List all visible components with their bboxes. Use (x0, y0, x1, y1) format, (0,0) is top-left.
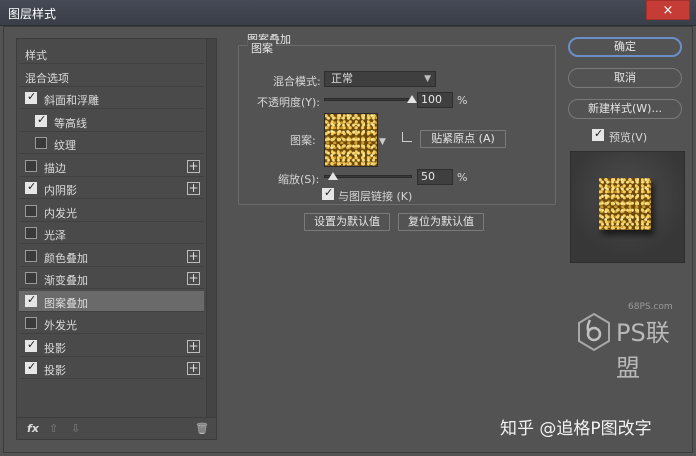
style-checkbox[interactable] (25, 204, 37, 217)
style-list-item[interactable]: 内阴影 + (19, 178, 204, 199)
style-checkbox[interactable] (25, 360, 37, 374)
group-title: 图案 (248, 40, 276, 56)
credit-watermark: 知乎 @追格P图改字 (500, 419, 652, 439)
fx-icon[interactable]: fx (27, 422, 39, 435)
style-list-item-label: 投影 (44, 364, 66, 377)
blend-mode-label: 混合模式: (273, 75, 321, 88)
pattern-label: 图案: (290, 134, 316, 147)
site-watermark: 68PS.com (628, 302, 673, 312)
style-list-item-label: 描边 (44, 161, 66, 175)
style-list-item-label: 颜色叠加 (44, 251, 88, 265)
opacity-unit: % (457, 94, 468, 107)
trash-icon[interactable]: 🗑 (195, 422, 209, 435)
new-preset-icon[interactable] (402, 132, 412, 142)
scale-unit: % (457, 171, 468, 184)
reset-default-button[interactable]: 复位为默认值 (398, 213, 484, 231)
add-effect-icon[interactable]: + (187, 159, 200, 173)
style-checkbox[interactable] (25, 90, 37, 104)
style-list-item[interactable]: 光泽 (19, 223, 204, 244)
style-preview (570, 151, 685, 263)
opacity-label: 不透明度(Y): (257, 96, 321, 109)
style-list-item[interactable]: 内发光 (19, 201, 204, 222)
style-list-item-label: 内发光 (44, 206, 77, 220)
style-list-item[interactable]: 渐变叠加 + (19, 268, 204, 289)
add-effect-icon[interactable]: + (187, 362, 200, 375)
link-with-layer-label: 与图层链接 (K) (338, 190, 413, 203)
pattern-swatch[interactable] (324, 113, 378, 167)
set-default-button[interactable]: 设置为默认值 (304, 213, 390, 231)
style-list-item-label: 斜面和浮雕 (44, 94, 99, 107)
move-down-icon[interactable]: ⇩ (71, 422, 80, 435)
style-list-item[interactable]: 投影 + (19, 358, 204, 379)
style-list-item[interactable]: 投影 + (19, 336, 204, 357)
style-list-item[interactable]: 样式 (19, 43, 204, 64)
style-list-item-label: 投影 (44, 341, 66, 355)
scale-label: 缩放(S): (278, 173, 320, 186)
style-list-scrollbar[interactable] (206, 39, 216, 417)
style-checkbox[interactable] (25, 227, 37, 239)
style-checkbox[interactable] (25, 293, 37, 307)
style-list-item-label: 光泽 (44, 229, 66, 242)
style-list-item[interactable]: 描边 + (19, 156, 204, 177)
title-bar: 图层样式 × (0, 0, 696, 26)
opacity-slider-thumb[interactable] (407, 95, 417, 103)
style-checkbox[interactable] (25, 338, 37, 352)
blend-mode-select[interactable]: 正常 ▼ (324, 71, 436, 87)
style-list-item-label: 内阴影 (44, 184, 77, 197)
style-checkbox[interactable] (35, 137, 47, 149)
preview-thumbnail (599, 178, 651, 230)
ps-alliance-logo-icon (578, 312, 610, 352)
scale-input[interactable]: 50 (417, 169, 453, 185)
link-with-layer-checkbox[interactable] (322, 186, 334, 200)
blend-mode-value: 正常 (331, 72, 353, 85)
style-list-item-label: 外发光 (44, 319, 77, 332)
style-list-item[interactable]: 混合选项 (19, 66, 204, 87)
style-list-item-label: 纹理 (54, 139, 76, 152)
pattern-dropdown-icon[interactable]: ▼ (379, 137, 386, 147)
style-list: 样式混合选项斜面和浮雕等高线纹理描边 + 内阴影 + 内发光光泽颜色叠加 + 渐变叠加 + 图案… (16, 38, 217, 440)
close-button[interactable]: × (646, 0, 690, 20)
style-list-footer: fx ⇧ ⇩ 🗑 (17, 417, 216, 439)
style-list-item-label: 等高线 (54, 116, 87, 130)
add-effect-icon[interactable]: + (187, 272, 200, 285)
style-list-item[interactable]: 等高线 (19, 111, 204, 132)
preview-label: 预览(V) (609, 131, 648, 144)
cancel-button[interactable]: 取消 (568, 68, 682, 88)
ok-button[interactable]: 确定 (568, 37, 682, 57)
add-effect-icon[interactable]: + (187, 182, 200, 195)
style-checkbox[interactable] (35, 113, 47, 127)
opacity-input[interactable]: 100 (417, 92, 453, 108)
chevron-down-icon: ▼ (424, 74, 431, 84)
window-title: 图层样式 (8, 7, 57, 21)
opacity-slider[interactable] (324, 98, 412, 101)
style-list-item[interactable]: 纹理 (19, 133, 204, 154)
add-effect-icon[interactable]: + (187, 339, 200, 353)
style-checkbox[interactable] (25, 180, 37, 194)
style-list-item-label: 样式 (25, 49, 47, 62)
preview-checkbox[interactable] (592, 127, 604, 141)
style-checkbox[interactable] (25, 272, 37, 284)
style-list-item[interactable]: 斜面和浮雕 (19, 88, 204, 109)
style-list-item[interactable]: 图案叠加 (19, 290, 204, 312)
style-checkbox[interactable] (25, 249, 37, 262)
style-list-item[interactable]: 外发光 (19, 313, 204, 334)
scale-slider-thumb[interactable] (327, 172, 338, 180)
style-list-item-label: 图案叠加 (44, 296, 88, 310)
layer-style-dialog: 样式混合选项斜面和浮雕等高线纹理描边 + 内阴影 + 内发光光泽颜色叠加 + 渐变叠加 + 图案… (3, 26, 693, 453)
style-list-item[interactable]: 颜色叠加 + (19, 246, 204, 267)
style-list-item-label: 混合选项 (25, 71, 69, 85)
snap-to-origin-button[interactable]: 贴紧原点 (A) (420, 130, 506, 148)
style-checkbox[interactable] (25, 159, 37, 172)
style-list-item-label: 渐变叠加 (44, 274, 88, 287)
new-style-button[interactable]: 新建样式(W)... (568, 99, 682, 119)
add-effect-icon[interactable]: + (187, 249, 200, 263)
style-checkbox[interactable] (25, 317, 37, 329)
move-up-icon[interactable]: ⇧ (49, 422, 58, 435)
brand-watermark: PS联盟 (616, 319, 670, 382)
